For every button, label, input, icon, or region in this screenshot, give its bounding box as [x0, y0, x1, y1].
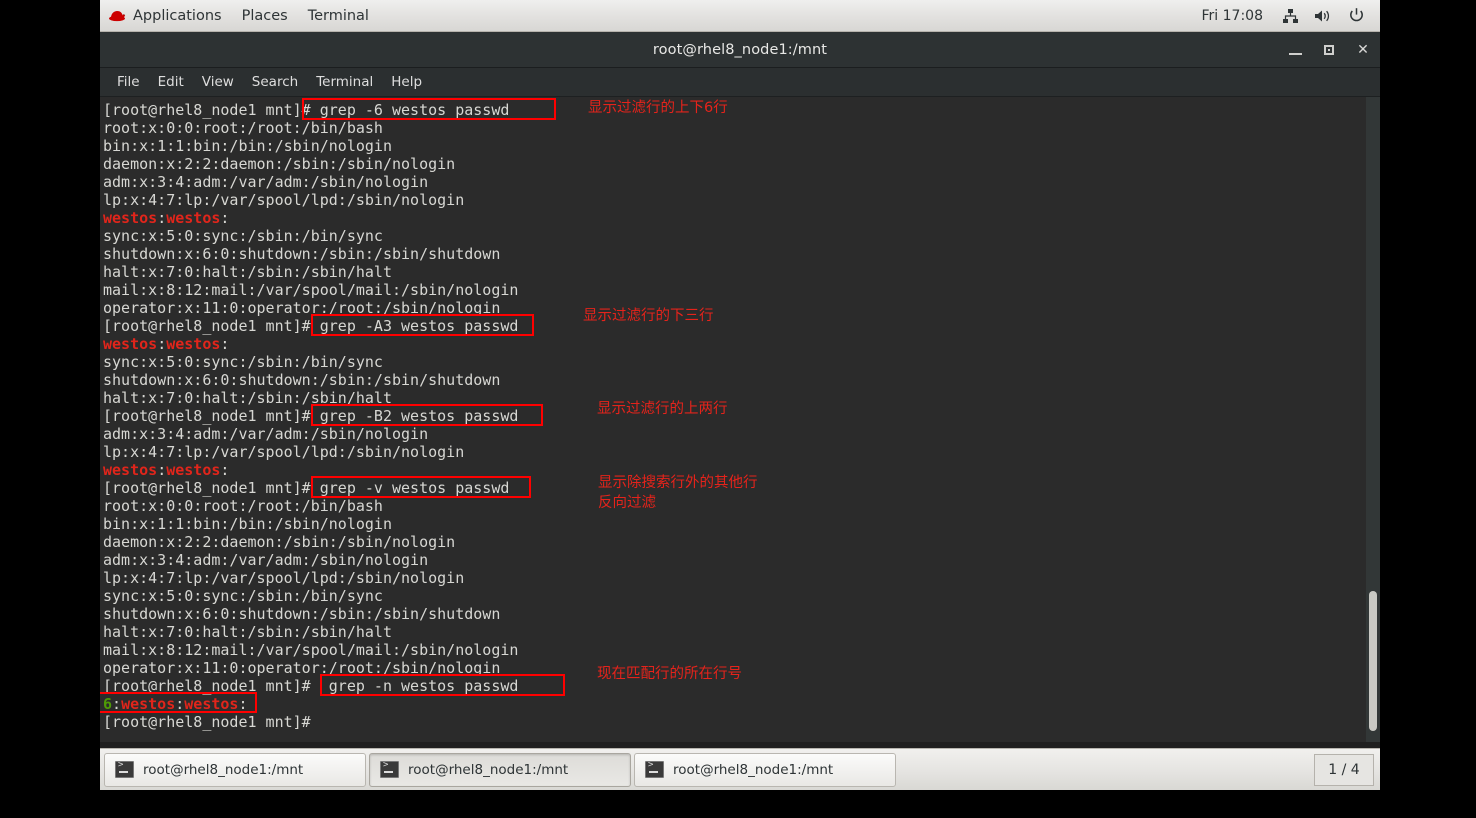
terminal-icon [380, 760, 399, 778]
shell-prompt: [root@rhel8_node1 mnt]# [103, 677, 311, 695]
window-titlebar[interactable]: root@rhel8_node1:/mnt ✕ [100, 32, 1380, 68]
terminal-line: root:x:0:0:root:/root:/bin/bash [103, 119, 383, 137]
minimize-button[interactable] [1278, 32, 1312, 67]
menubar: File Edit View Search Terminal Help [100, 68, 1380, 97]
terminal-line: mail:x:8:12:mail:/var/spool/mail:/sbin/n… [103, 281, 519, 299]
gnome-top-panel: Applications Places Terminal Fri 17:08 [100, 0, 1380, 32]
taskbar-item-label: root@rhel8_node1:/mnt [143, 761, 304, 778]
redhat-logo-icon [108, 9, 126, 22]
terminal-line: [root@rhel8_node1 mnt]# grep -B2 westos … [103, 407, 1380, 425]
terminal-line: shutdown:x:6:0:shutdown:/sbin:/sbin/shut… [103, 371, 501, 389]
clock[interactable]: Fri 17:08 [1202, 8, 1263, 24]
shell-command: grep -A3 westos passwd [310, 317, 519, 335]
close-icon[interactable]: ✕ [1346, 32, 1380, 67]
terminal-match-line: 6:westos:westos: [103, 695, 248, 713]
annotation-text: 显示除搜索行外的其他行 反向过滤 [598, 475, 758, 511]
annotation-text: 显示过滤行的下三行 [583, 308, 714, 324]
terminal-line: sync:x:5:0:sync:/sbin:/bin/sync [103, 353, 383, 371]
taskbar-item-label: root@rhel8_node1:/mnt [408, 761, 569, 778]
terminal-line: shutdown:x:6:0:shutdown:/sbin:/sbin/shut… [103, 605, 501, 623]
terminal-line: lp:x:4:7:lp:/var/spool/lpd:/sbin/nologin [103, 191, 465, 209]
terminal-line: daemon:x:2:2:daemon:/sbin:/sbin/nologin [103, 533, 456, 551]
shell-prompt: [root@rhel8_node1 mnt]# [103, 479, 311, 497]
terminal-output: [root@rhel8_node1 mnt]# grep -6 westos p… [100, 97, 1380, 742]
shell-prompt: [root@rhel8_node1 mnt]# [103, 101, 311, 119]
terminal-line: lp:x:4:7:lp:/var/spool/lpd:/sbin/nologin [103, 443, 465, 461]
terminal-match-line: westos:westos: [103, 335, 230, 353]
terminal-menu-label: Terminal [307, 7, 369, 24]
workspace-label: 1 / 4 [1328, 761, 1360, 778]
taskbar-item-1[interactable]: root@rhel8_node1:/mnt [104, 752, 366, 787]
shell-prompt: [root@rhel8_node1 mnt]# [103, 407, 311, 425]
window-title: root@rhel8_node1:/mnt [652, 41, 828, 58]
shell-prompt: [root@rhel8_node1 mnt]# [103, 317, 311, 335]
terminal-icon [645, 760, 664, 778]
terminal-menu[interactable]: Terminal [298, 0, 379, 32]
annotation-text: 显示过滤行的上下6行 [588, 100, 728, 116]
terminal-line: adm:x:3:4:adm:/var/adm:/sbin/nologin [103, 173, 429, 191]
terminal-line: halt:x:7:0:halt:/sbin:/sbin/halt [103, 623, 392, 641]
terminal-line: mail:x:8:12:mail:/var/spool/mail:/sbin/n… [103, 641, 519, 659]
annotation-text: 显示过滤行的上两行 [597, 401, 728, 417]
menu-help[interactable]: Help [382, 72, 431, 92]
applications-menu-label: Applications [133, 7, 222, 24]
shell-prompt: [root@rhel8_node1 mnt]# [103, 713, 311, 731]
terminal-line: [root@rhel8_node1 mnt]# grep -6 westos p… [103, 101, 1380, 119]
window-controls: ✕ [1278, 32, 1380, 67]
grep-line-number: 6 [103, 695, 113, 713]
terminal-scrollbar[interactable] [1366, 97, 1380, 742]
network-icon[interactable] [1280, 6, 1300, 26]
menu-file[interactable]: File [108, 72, 149, 92]
shell-command: grep -6 westos passwd [310, 101, 510, 119]
terminal-match-line: westos:westos: [103, 209, 230, 227]
menu-terminal[interactable]: Terminal [307, 72, 382, 92]
system-tray: Fri 17:08 [1202, 6, 1380, 26]
annotation-text: 现在匹配行的所在行号 [597, 666, 742, 682]
terminal-line: bin:x:1:1:bin:/bin:/sbin/nologin [103, 137, 392, 155]
taskbar-item-3[interactable]: root@rhel8_node1:/mnt [634, 752, 896, 787]
taskbar-item-label: root@rhel8_node1:/mnt [673, 761, 834, 778]
terminal-line: [root@rhel8_node1 mnt]# grep -A3 westos … [103, 317, 1380, 335]
workspace-switcher[interactable]: 1 / 4 [1314, 753, 1374, 786]
shell-command: grep -B2 westos passwd [310, 407, 519, 425]
terminal-window: root@rhel8_node1:/mnt ✕ File Edit View S… [100, 32, 1380, 742]
terminal-viewport[interactable]: [root@rhel8_node1 mnt]# grep -6 westos p… [100, 97, 1380, 742]
places-menu[interactable]: Places [232, 0, 298, 32]
power-icon[interactable] [1346, 6, 1366, 26]
terminal-line: halt:x:7:0:halt:/sbin:/sbin/halt [103, 263, 392, 281]
volume-icon[interactable] [1313, 6, 1333, 26]
maximize-button[interactable] [1312, 32, 1346, 67]
places-menu-label: Places [241, 7, 288, 24]
menu-search[interactable]: Search [243, 72, 307, 92]
shell-command: grep -n westos passwd [310, 677, 519, 695]
menu-view[interactable]: View [193, 72, 243, 92]
terminal-line: bin:x:1:1:bin:/bin:/sbin/nologin [103, 515, 392, 533]
shell-command: grep -v westos passwd [310, 479, 510, 497]
terminal-line: shutdown:x:6:0:shutdown:/sbin:/sbin/shut… [103, 245, 501, 263]
terminal-line: lp:x:4:7:lp:/var/spool/lpd:/sbin/nologin [103, 569, 465, 587]
applications-menu[interactable]: Applications [100, 0, 232, 32]
taskbar-item-2[interactable]: root@rhel8_node1:/mnt [369, 752, 631, 787]
menu-edit[interactable]: Edit [149, 72, 193, 92]
desktop: Applications Places Terminal Fri 17:08 r… [100, 0, 1380, 790]
terminal-line: adm:x:3:4:adm:/var/adm:/sbin/nologin [103, 551, 429, 569]
taskbar: root@rhel8_node1:/mnt root@rhel8_node1:/… [100, 748, 1380, 790]
scrollbar-thumb[interactable] [1369, 591, 1377, 731]
terminal-line: sync:x:5:0:sync:/sbin:/bin/sync [103, 587, 383, 605]
screen: Applications Places Terminal Fri 17:08 r… [0, 0, 1476, 818]
terminal-icon [115, 760, 134, 778]
terminal-line: daemon:x:2:2:daemon:/sbin:/sbin/nologin [103, 155, 456, 173]
terminal-line: halt:x:7:0:halt:/sbin:/sbin/halt [103, 389, 392, 407]
terminal-line: adm:x:3:4:adm:/var/adm:/sbin/nologin [103, 425, 429, 443]
terminal-line: operator:x:11:0:operator:/root:/sbin/nol… [103, 299, 501, 317]
terminal-line: sync:x:5:0:sync:/sbin:/bin/sync [103, 227, 383, 245]
